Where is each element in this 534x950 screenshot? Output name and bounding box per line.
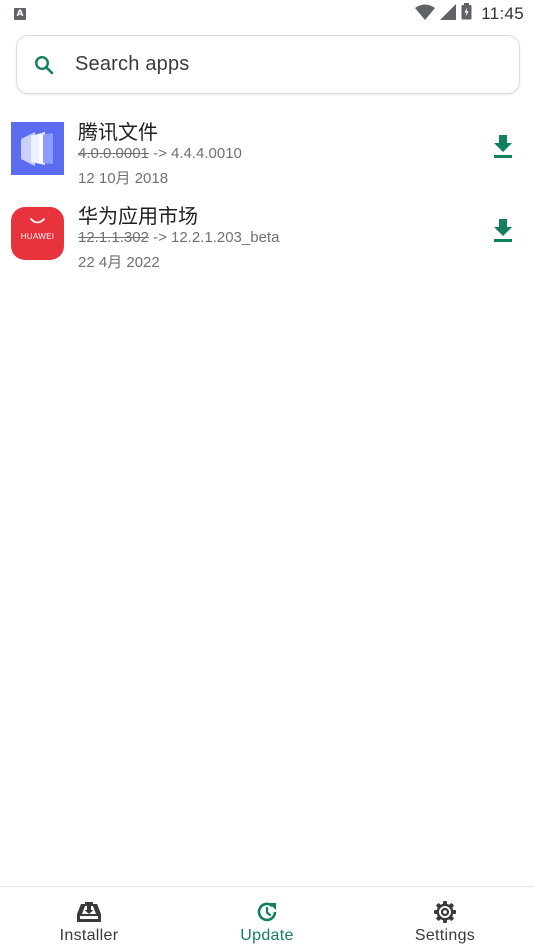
search-input[interactable]: Search apps [75,53,190,76]
gear-icon [432,899,458,925]
screen: A 11:45 Search apps 腾讯文件 4.0.0.0001 -> 4… [0,0,534,950]
nav-installer[interactable]: Installer [0,887,178,950]
update-icon [254,899,280,925]
signal-icon [440,3,457,25]
battery-icon [461,3,472,25]
app-version: 4.0.0.0001 -> 4.4.4.0010 [78,145,242,162]
bottom-navigation: Installer Update Settings [0,886,534,950]
download-icon [492,133,514,164]
old-version: 12.1.1.302 [78,229,149,246]
wifi-icon [415,4,436,25]
nav-label-installer: Installer [59,927,119,944]
tencent-files-icon [11,122,64,175]
status-bar-left: A [14,8,26,20]
search-bar[interactable]: Search apps [16,35,520,94]
app-date: 22 4月 2022 [78,254,160,271]
download-icon [492,217,514,248]
status-time: 11:45 [481,4,524,23]
download-button[interactable] [488,217,518,247]
version-arrow: -> [148,145,171,162]
status-bar: A 11:45 [0,0,534,28]
search-icon [33,54,55,76]
huawei-appgallery-icon: HUAWEI [11,207,64,260]
new-version: 4.4.4.0010 [171,145,242,162]
installer-icon [76,899,102,925]
list-item[interactable]: HUAWEI 华为应用市场 12.1.1.302 -> 12.2.1.203_b… [0,194,534,278]
old-version: 4.0.0.0001 [78,145,149,162]
nav-label-update: Update [240,927,294,944]
nav-update[interactable]: Update [178,887,356,950]
notification-a-icon: A [14,8,26,20]
app-date: 12 10月 2018 [78,170,169,187]
status-bar-right: 11:45 [415,3,524,25]
app-name: 腾讯文件 [78,122,158,144]
app-version: 12.1.1.302 -> 12.2.1.203_beta [78,229,279,246]
huawei-logo-text: HUAWEI [20,232,55,241]
nav-settings[interactable]: Settings [356,887,534,950]
app-name: 华为应用市场 [78,206,198,228]
download-button[interactable] [488,133,518,163]
nav-label-settings: Settings [414,927,476,944]
list-item[interactable]: 腾讯文件 4.0.0.0001 -> 4.4.4.0010 12 10月 201… [0,110,534,194]
new-version: 12.2.1.203_beta [171,229,280,246]
version-arrow: -> [148,229,171,246]
